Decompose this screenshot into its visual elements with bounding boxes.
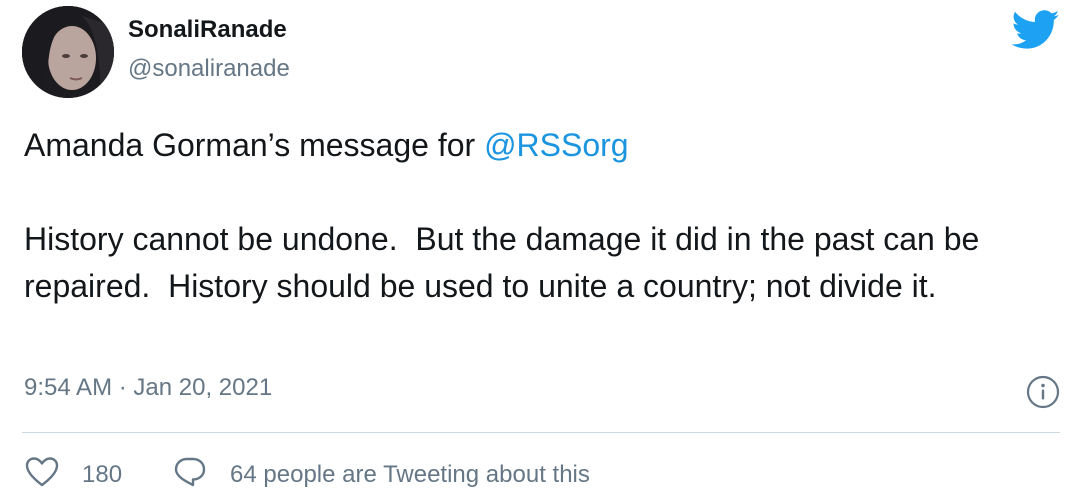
reply-button[interactable]: 64 people are Tweeting about this (172, 454, 590, 497)
meta-separator: · (112, 374, 134, 401)
tweet-time[interactable]: 9:54 AM (24, 374, 112, 401)
mention-link[interactable]: @RSSorg (484, 127, 629, 163)
divider (22, 432, 1060, 433)
twitter-bird-icon[interactable] (1011, 10, 1060, 50)
info-icon[interactable] (1026, 375, 1060, 409)
tweet-line-1: Amanda Gorman’s message for @RSSorg (24, 122, 1064, 169)
display-name[interactable]: SonaliRanade (128, 16, 287, 44)
tweeting-about-text: 64 people are Tweeting about this (230, 461, 590, 488)
action-bar: 180 64 people are Tweeting about this (24, 455, 590, 495)
like-count: 180 (82, 461, 123, 488)
tweet-paragraph-2: History cannot be undone. But the damage… (24, 221, 980, 304)
like-button[interactable]: 180 (24, 454, 122, 497)
heart-icon (24, 454, 60, 497)
tweet-line-1-text: Amanda Gorman’s message for (24, 127, 485, 163)
speech-bubble-icon (172, 454, 208, 497)
tweet-date[interactable]: Jan 20, 2021 (133, 374, 272, 401)
user-handle[interactable]: @sonaliranade (128, 55, 290, 83)
tweet-timestamp: 9:54 AM · Jan 20, 2021 (24, 374, 272, 402)
tweet-card: SonaliRanade @sonaliranade Amanda Gorman… (0, 0, 1082, 502)
tweet-text: Amanda Gorman’s message for @RSSorg Hist… (24, 122, 1064, 310)
avatar[interactable] (22, 6, 114, 98)
